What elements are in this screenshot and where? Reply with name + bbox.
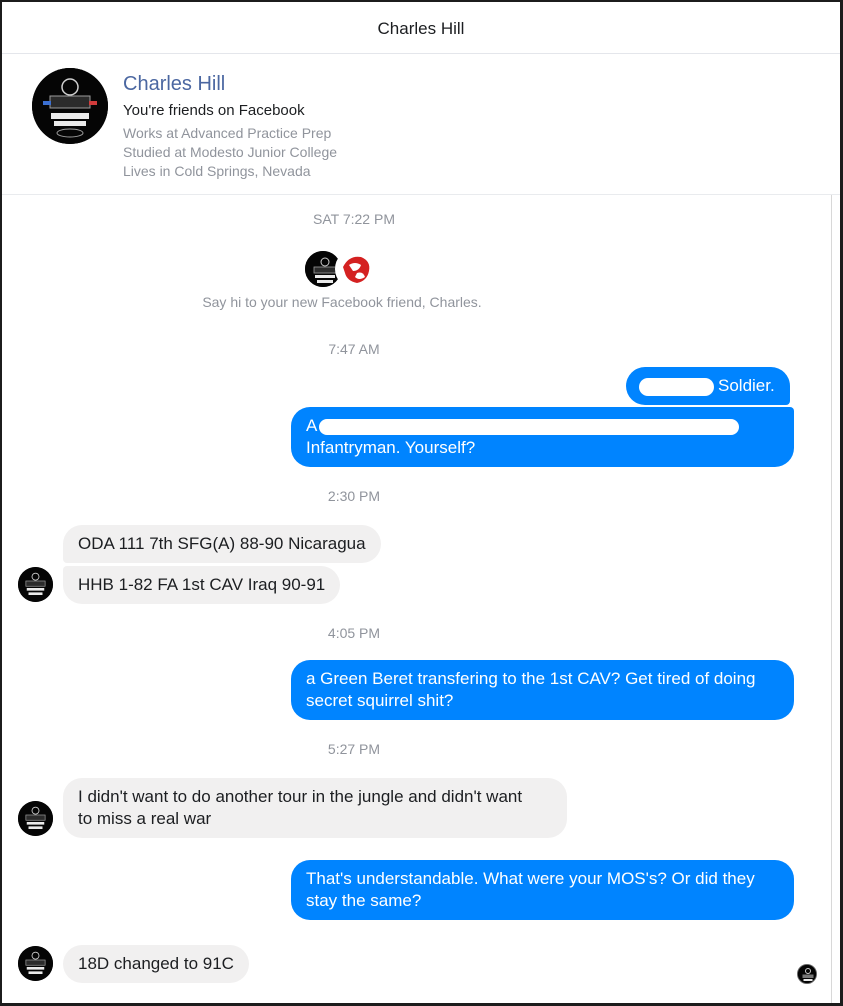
outgoing-message[interactable]: Soldier. (626, 367, 790, 405)
message-text: 18D changed to 91C (78, 954, 234, 973)
profile-location: Lives in Cold Springs, Nevada (123, 163, 311, 179)
message-thread[interactable]: SAT 7:22 PM Say hi to your new Facebook … (2, 195, 840, 1003)
incoming-message[interactable]: HHB 1-82 FA 1st CAV Iraq 90-91 (63, 566, 341, 604)
timestamp: 2:30 PM (327, 488, 381, 504)
message-text: That's understandable. What were your MO… (306, 869, 755, 888)
message-text: Soldier. (718, 376, 775, 395)
profile-education: Studied at Modesto Junior College (123, 144, 338, 160)
avatar-red-icon (339, 253, 373, 287)
avatar-insignia-icon (18, 567, 53, 602)
message-text: ODA 111 7th SFG(A) 88-90 Nicaragua (78, 534, 366, 553)
own-avatar (335, 249, 375, 289)
incoming-message[interactable]: I didn't want to do another tour in the … (63, 778, 567, 838)
thread-scrollbar[interactable] (831, 195, 832, 1003)
outgoing-message[interactable]: That's understandable. What were your MO… (291, 860, 794, 920)
outgoing-message[interactable]: a Green Beret transfering to the 1st CAV… (291, 660, 794, 720)
redacted-text (639, 377, 714, 396)
profile-name[interactable]: Charles Hill (123, 73, 225, 96)
profile-avatar[interactable] (32, 68, 108, 144)
avatar-insignia-icon (18, 801, 53, 836)
outgoing-message[interactable]: A Infantryman. Yourself? (291, 407, 794, 467)
message-text: to miss a real war (78, 809, 212, 828)
incoming-message[interactable]: ODA 111 7th SFG(A) 88-90 Nicaragua (63, 525, 381, 563)
timestamp: 5:27 PM (327, 741, 381, 757)
profile-card: Charles Hill You're friends on Facebook … (2, 54, 840, 195)
conversation-title[interactable]: Charles Hill (378, 19, 465, 39)
avatar-insignia-icon (32, 68, 108, 144)
messenger-window: Charles Hill Charles Hill You're friends… (0, 0, 843, 1006)
sender-avatar[interactable] (18, 946, 53, 981)
timestamp: 7:47 AM (328, 341, 380, 357)
message-text: HHB 1-82 FA 1st CAV Iraq 90-91 (78, 575, 326, 594)
message-text: A (306, 416, 318, 435)
sender-avatar[interactable] (18, 567, 53, 602)
redacted-text (319, 418, 740, 435)
sender-avatar[interactable] (18, 801, 53, 836)
conversation-header: Charles Hill (2, 2, 840, 54)
profile-work: Works at Advanced Practice Prep (123, 125, 332, 141)
avatar-insignia-icon (18, 946, 53, 981)
timestamp: SAT 7:22 PM (313, 211, 395, 227)
message-text: a Green Beret transfering to the 1st CAV… (306, 669, 756, 688)
message-text: stay the same? (306, 891, 422, 910)
new-friend-avatars (303, 249, 383, 291)
message-text: secret squirrel shit? (306, 691, 454, 710)
new-friend-prompt: Say hi to your new Facebook friend, Char… (202, 294, 482, 310)
friend-status: You're friends on Facebook (123, 102, 305, 119)
incoming-message[interactable]: 18D changed to 91C (63, 945, 249, 983)
seen-indicator-avatar (797, 964, 817, 984)
avatar-insignia-icon (798, 965, 816, 983)
timestamp: 4:05 PM (327, 625, 381, 641)
message-text: I didn't want to do another tour in the … (78, 787, 523, 806)
message-text: Infantryman. Yourself? (306, 438, 476, 457)
